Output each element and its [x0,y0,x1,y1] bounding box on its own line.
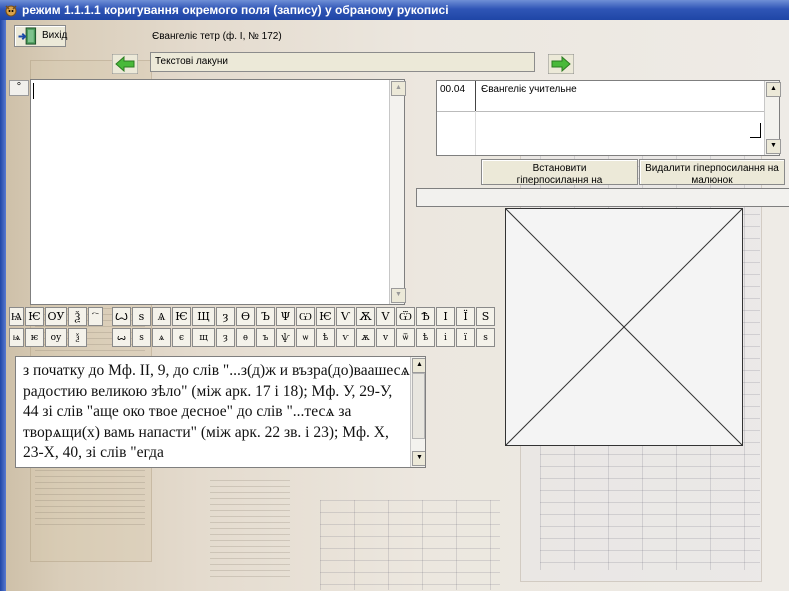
window-title: режим 1.1.1.1 коригування окремого поля … [22,3,449,17]
kb-gap [104,307,112,327]
kb-key[interactable]: ȝ [216,307,235,326]
kb-key[interactable]: Ѥ [172,307,191,326]
kb-key[interactable]: Ѧ [152,307,171,326]
kb-key[interactable]: ѧ [152,328,171,347]
kb-key[interactable]: V [376,307,395,326]
title-bar: режим 1.1.1.1 коригування окремого поля … [0,0,789,20]
manuscript-title: Євангеліє тетр (ф. І, № 172) [152,31,282,42]
kb-key[interactable]: ѯ [68,328,87,347]
scroll-up-button[interactable]: ▲ [412,358,425,373]
scroll-thumb[interactable] [412,373,425,439]
kb-key[interactable]: Ѩ [9,307,24,326]
kb-key[interactable]: ѿ [396,328,415,347]
kb-key[interactable]: ѳ [236,328,255,347]
row-cursor-base [750,137,761,138]
kb-key[interactable]: ѩ [9,328,24,347]
kb-key[interactable]: ѥ [25,328,44,347]
record-marker: ° [9,80,29,96]
text-preview-content: з початку до Мф. II, 9, до слів "...з(д)… [23,362,410,461]
image-path-field [416,188,789,207]
scroll-down-button[interactable]: ▼ [766,139,781,154]
kb-key[interactable]: Ѯ [68,307,87,326]
exit-door-icon [18,27,37,45]
record-marker-label: ° [16,81,22,93]
kb-key[interactable]: Ѡ [296,307,315,326]
text-cursor [33,83,34,99]
hyperlink-title: Євангеліє учительне [481,84,577,95]
kb-key[interactable]: Ѵ [336,307,355,326]
keyboard-upper: Ѩ Ѥ ОУ Ѯ ҇ Ꙍ ѕ Ѧ Ѥ Щ ȝ Ѳ Ъ Ψ Ѡ Ѥ Ѵ Ѫ V Ѿ… [9,307,496,327]
main-editor[interactable]: ▲ ▼ [30,79,406,305]
scroll-down-button[interactable]: ▼ [412,451,425,466]
kb-key[interactable]: ѣ [316,328,335,347]
kb-key[interactable]: І [436,307,455,326]
scroll-up-button[interactable]: ▲ [391,81,406,96]
window-edge [0,20,6,591]
kb-key[interactable]: ѫ [356,328,375,347]
kb-key[interactable]: Ѕ [476,307,495,326]
hyperlink-code: 00.04 [440,84,466,95]
delete-hyperlink-label: Видалити гіперпосилання на малюнок [645,163,779,186]
kb-key[interactable]: ѵ [336,328,355,347]
kb-key[interactable]: щ [192,328,215,347]
kb-key[interactable]: ѕ [132,307,151,326]
field-name-display: Текстові лакуни [150,52,535,72]
kb-key[interactable]: Ѥ [25,307,44,326]
kb-key[interactable]: і [436,328,455,347]
delete-hyperlink-button[interactable]: Видалити гіперпосилання на малюнок [639,159,785,186]
image-placeholder [505,208,743,446]
kb-key[interactable]: Щ [192,307,215,326]
kb-key[interactable]: ѕ [476,328,495,347]
kb-key[interactable]: ъ [256,328,275,347]
kb-key[interactable]: ї [456,328,475,347]
kb-key[interactable]: ҇ [88,307,103,326]
kb-key[interactable]: Ψ [276,307,295,326]
text-preview-panel[interactable]: з початку до Мф. II, 9, до слів "...з(д)… [15,356,426,468]
kb-key[interactable]: ꙍ [112,328,131,347]
scroll-up-button[interactable]: ▲ [766,82,781,97]
kb-key[interactable]: ОУ [45,307,67,326]
row-cursor [760,123,761,137]
column-divider-lower [475,111,476,155]
editor-scrollbar[interactable]: ▲ ▼ [389,80,406,304]
kb-key[interactable]: Ї [456,307,475,326]
kb-key[interactable]: Ѿ [396,307,415,326]
kb-key[interactable]: Ъ [256,307,275,326]
kb-gap [88,328,112,348]
kb-key[interactable]: ѱ [276,328,295,347]
kb-key[interactable]: ѡ [296,328,315,347]
kb-key[interactable]: ѕ [132,328,151,347]
kb-key[interactable]: ѣ [416,328,435,347]
kb-key[interactable]: Ѥ [316,307,335,326]
app-icon [5,5,17,17]
text-preview-scrollbar[interactable]: ▲ ▼ [410,357,425,467]
column-divider [475,81,476,111]
kb-key[interactable]: Ѳ [236,307,255,326]
hyperlink-row[interactable]: 00.04 Євангеліє учительне [437,81,765,112]
scroll-down-button[interactable]: ▼ [391,288,406,303]
hyperlink-list[interactable]: 00.04 Євангеліє учительне ▲ ▼ [436,80,781,156]
kb-key[interactable]: Ѣ [416,307,435,326]
next-record-button[interactable] [548,54,574,74]
kb-key[interactable]: v [376,328,395,347]
kb-key[interactable]: Ꙍ [112,307,131,326]
prev-record-button[interactable] [112,54,138,74]
kb-key[interactable]: є [172,328,191,347]
set-hyperlink-button[interactable]: Встановити гіперпосилання на [481,159,638,186]
exit-button[interactable]: Вихід [14,25,68,47]
kb-key[interactable]: Ѫ [356,307,375,326]
set-hyperlink-label: Встановити гіперпосилання на [516,163,603,186]
kb-key[interactable]: ȝ [216,328,235,347]
hyperlink-scrollbar[interactable]: ▲ ▼ [764,81,781,155]
exit-label: Вихід [42,30,68,41]
keyboard-lower: ѩ ѥ оу ѯ ꙍ ѕ ѧ є щ ȝ ѳ ъ ѱ ѡ ѣ ѵ ѫ v ѿ ѣ… [9,328,496,348]
kb-key[interactable]: оу [45,328,67,347]
